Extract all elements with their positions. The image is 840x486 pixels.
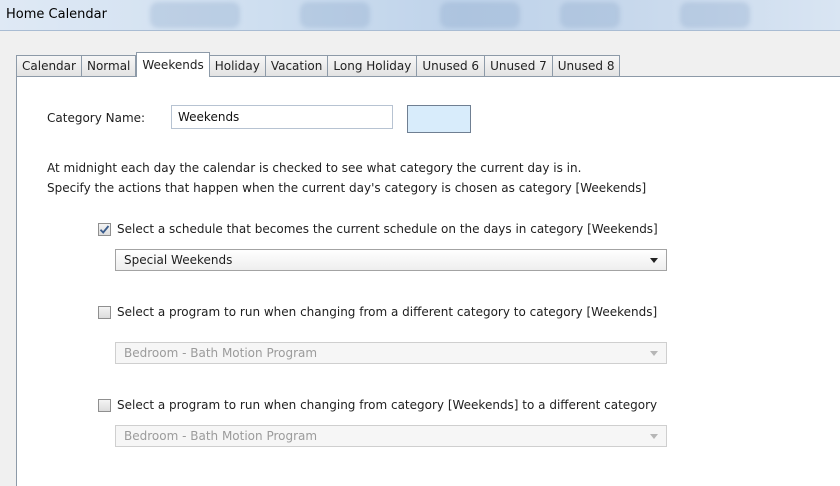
tab-normal[interactable]: Normal xyxy=(81,55,137,76)
schedule-dropdown[interactable]: Special Weekends xyxy=(115,249,667,271)
tab-label: Long Holiday xyxy=(333,59,412,73)
enter-program-checkbox[interactable] xyxy=(98,306,111,319)
chevron-down-icon xyxy=(650,350,658,356)
tab-calendar[interactable]: Calendar xyxy=(16,55,82,76)
title-bar: Home Calendar xyxy=(0,0,840,31)
tab-panel-weekends: Category Name: At midnight each day the … xyxy=(16,76,840,486)
schedule-checkbox[interactable] xyxy=(98,223,111,236)
exit-program-option-label: Select a program to run when changing fr… xyxy=(117,398,658,412)
tab-holiday[interactable]: Holiday xyxy=(209,55,266,76)
title-bar-glare xyxy=(300,2,370,28)
title-bar-glare xyxy=(680,2,750,28)
description-line-1: At midnight each day the calendar is che… xyxy=(47,161,582,175)
tab-vacation[interactable]: Vacation xyxy=(265,55,329,76)
tab-label: Holiday xyxy=(214,59,260,73)
category-color-swatch[interactable] xyxy=(407,105,471,133)
chevron-down-icon xyxy=(650,257,658,263)
enter-program-dropdown-value: Bedroom - Bath Motion Program xyxy=(124,346,318,360)
tab-label: Unused 8 xyxy=(557,59,615,73)
tab-label: Unused 6 xyxy=(422,59,480,73)
title-bar-glare xyxy=(440,2,520,28)
tab-label: Weekends xyxy=(142,58,204,72)
category-tabs: Calendar Normal Weekends Holiday Vacatio… xyxy=(16,52,621,77)
category-name-label: Category Name: xyxy=(47,111,146,125)
category-name-input[interactable] xyxy=(171,105,393,129)
tab-unused-8[interactable]: Unused 8 xyxy=(552,55,621,76)
checkmark-icon xyxy=(99,225,110,234)
tab-long-holiday[interactable]: Long Holiday xyxy=(328,55,418,76)
exit-program-dropdown[interactable]: Bedroom - Bath Motion Program xyxy=(115,425,667,447)
tab-label: Normal xyxy=(86,59,131,73)
exit-program-dropdown-value: Bedroom - Bath Motion Program xyxy=(124,429,318,443)
title-bar-glare xyxy=(560,2,620,28)
tab-unused-6[interactable]: Unused 6 xyxy=(417,55,486,76)
description-line-2: Specify the actions that happen when the… xyxy=(47,181,647,195)
tab-unused-7[interactable]: Unused 7 xyxy=(485,55,553,76)
tab-label: Vacation xyxy=(270,59,323,73)
tab-weekends[interactable]: Weekends xyxy=(136,52,210,77)
window-title: Home Calendar xyxy=(6,7,107,22)
enter-program-dropdown[interactable]: Bedroom - Bath Motion Program xyxy=(115,342,667,364)
title-bar-glare xyxy=(150,2,240,28)
tab-label: Calendar xyxy=(22,59,76,73)
exit-program-checkbox[interactable] xyxy=(98,399,111,412)
chevron-down-icon xyxy=(650,433,658,439)
tab-label: Unused 7 xyxy=(490,59,547,73)
schedule-dropdown-value: Special Weekends xyxy=(124,253,233,267)
enter-program-option-label: Select a program to run when changing fr… xyxy=(117,305,658,319)
schedule-option-label: Select a schedule that becomes the curre… xyxy=(117,222,658,236)
